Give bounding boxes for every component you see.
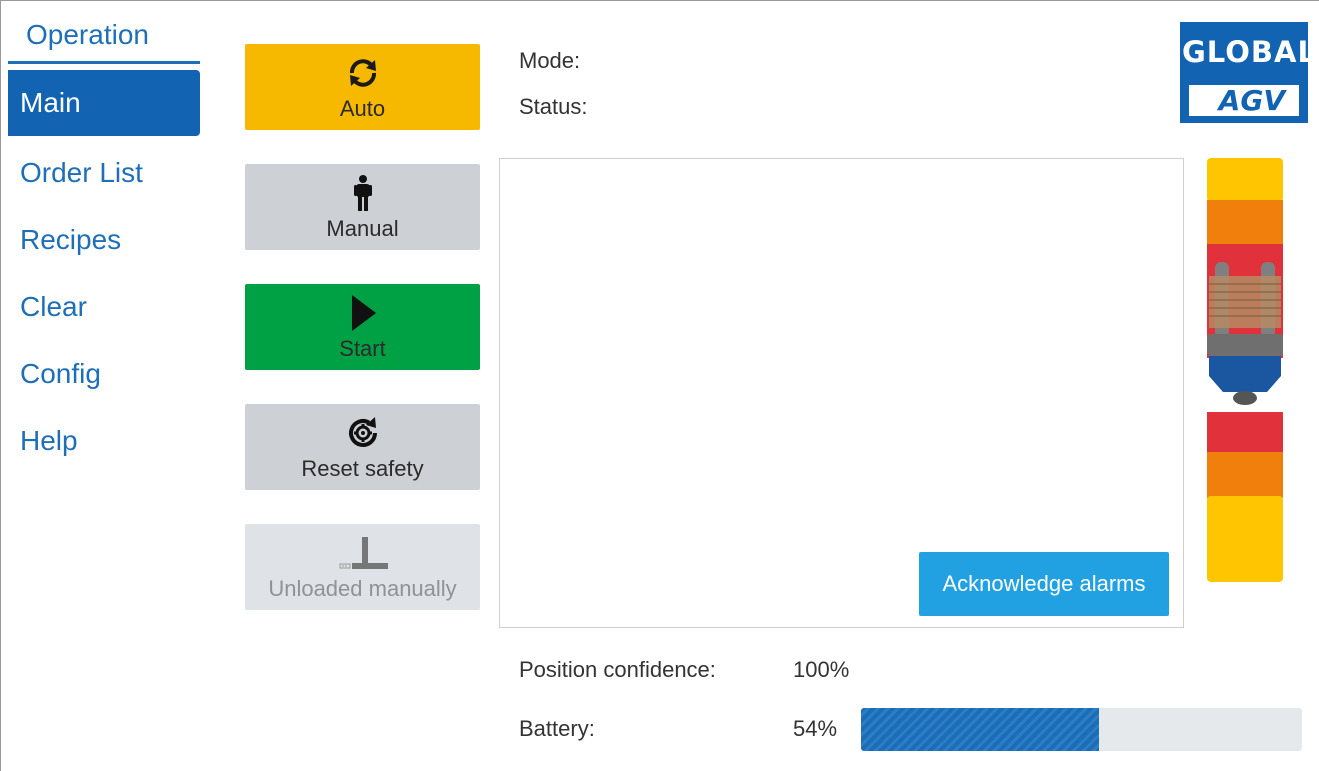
logo-top-text: GLOBAL — [1182, 35, 1317, 69]
sidebar-title: Operation — [8, 14, 200, 64]
refresh-icon — [346, 52, 380, 94]
sidebar-item-main[interactable]: Main — [8, 70, 200, 136]
sidebar-item-help[interactable]: Help — [8, 411, 200, 471]
sidebar-item-order-list[interactable]: Order List — [8, 143, 200, 203]
person-icon — [352, 172, 374, 214]
sidebar-item-clear[interactable]: Clear — [8, 277, 200, 337]
sidebar-item-config[interactable]: Config — [8, 344, 200, 404]
battery-label: Battery: — [519, 716, 595, 741]
status-label: Status: — [519, 94, 588, 119]
sidebar: Operation Main Order List Recipes Clear … — [8, 14, 200, 471]
manual-button[interactable]: Manual — [245, 164, 480, 250]
reset-safety-button-label: Reset safety — [301, 456, 424, 481]
mode-label: Mode: — [519, 48, 581, 73]
manual-button-label: Manual — [326, 216, 399, 241]
start-button-label: Start — [339, 336, 386, 361]
reset-safety-button[interactable]: Reset safety — [245, 404, 480, 490]
logo-bottom-text: AGV — [1218, 84, 1285, 117]
global-agv-logo: GLOBAL AGV — [1180, 22, 1317, 123]
battery-value: 54% — [793, 716, 838, 741]
battery-progress-fill — [861, 708, 1100, 751]
position-confidence-label: Position confidence: — [519, 657, 716, 682]
reset-gear-icon — [345, 412, 381, 454]
auto-button-label: Auto — [339, 96, 386, 121]
alarm-panel: Acknowledge alarms — [499, 158, 1184, 628]
battery-progress-bar — [861, 708, 1302, 751]
unloaded-manually-button[interactable]: Unloaded manually — [245, 524, 480, 610]
unloaded-manually-button-label: Unloaded manually — [268, 576, 457, 601]
forklift-fork-icon — [338, 532, 388, 574]
logo-bottom-box: AGV — [1187, 83, 1301, 118]
sidebar-item-recipes[interactable]: Recipes — [8, 210, 200, 270]
play-icon — [350, 292, 376, 334]
position-confidence-value: 100% — [793, 657, 850, 682]
start-button[interactable]: Start — [245, 284, 480, 370]
acknowledge-alarms-button[interactable]: Acknowledge alarms — [919, 552, 1169, 616]
agv-safety-field-graphic — [1205, 158, 1285, 583]
auto-button[interactable]: Auto — [245, 44, 480, 130]
